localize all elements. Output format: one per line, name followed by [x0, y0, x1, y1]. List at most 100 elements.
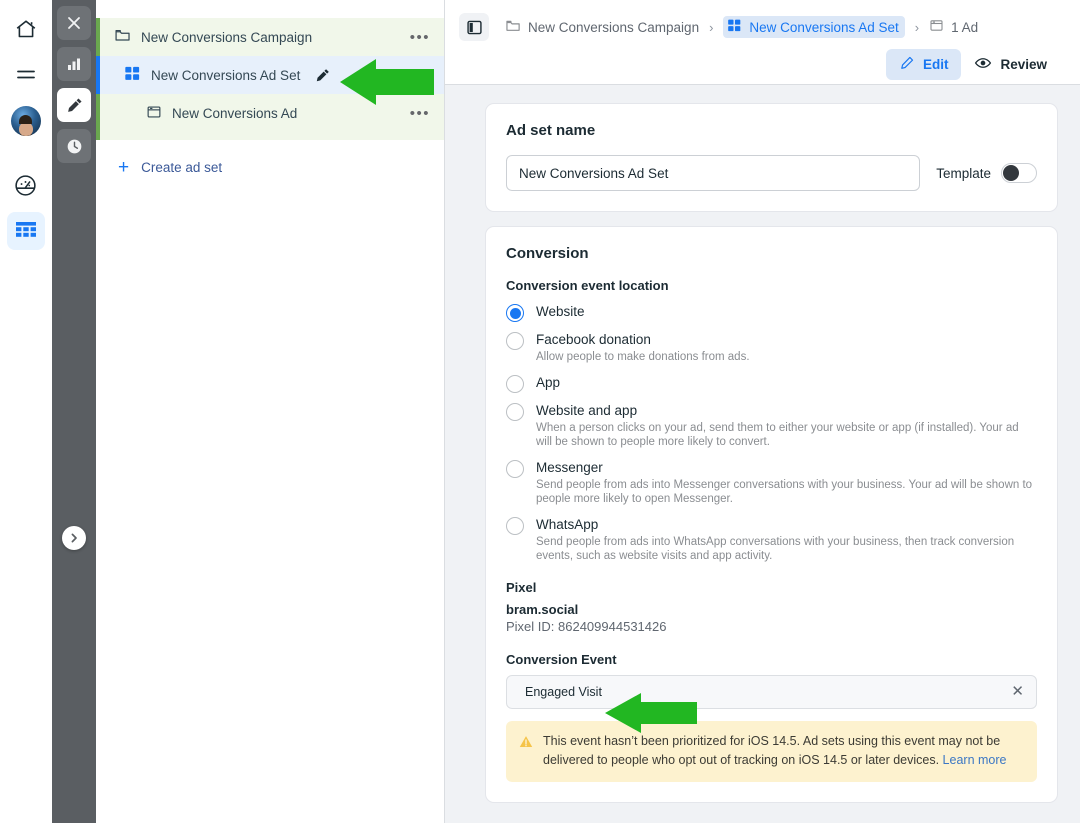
conversion-card: Conversion Conversion event location Web…	[485, 226, 1058, 803]
breadcrumb-ads[interactable]: 1 Ad	[929, 18, 978, 36]
pixel-heading: Pixel	[506, 579, 537, 595]
tree-item-campaign[interactable]: New Conversions Campaign •••	[96, 18, 444, 56]
ad-window-icon	[146, 104, 162, 123]
breadcrumb-campaign-label: New Conversions Campaign	[528, 19, 700, 35]
breadcrumb-separator-2: ›	[914, 19, 920, 35]
form-scroll-area[interactable]: Ad set name New Conversions Ad Set Templ…	[445, 85, 1080, 823]
radio-option-facebook-donation[interactable]: Facebook donation Allow people to make d…	[506, 331, 1037, 365]
close-icon[interactable]	[57, 6, 91, 40]
radio-app[interactable]	[506, 374, 524, 393]
ad-accent-bar	[96, 94, 100, 132]
avatar-image	[10, 106, 41, 136]
radio-desc-whatsapp: Send people from ads into WhatsApp conve…	[536, 535, 1015, 563]
create-ad-set-button[interactable]: + Create ad set	[96, 146, 444, 188]
conversion-event-heading: Conversion Event	[506, 651, 617, 667]
ad-set-name-heading: Ad set name	[506, 122, 596, 139]
pencil-icon	[899, 55, 915, 74]
radio-body: Facebook donation Allow people to make d…	[536, 331, 750, 365]
speedometer-icon[interactable]	[7, 166, 45, 204]
radio-option-whatsapp[interactable]: WhatsApp Send people from ads into Whats…	[506, 516, 1037, 564]
conversion-location-label: Conversion event location	[506, 278, 669, 293]
warning-triangle-icon	[518, 732, 534, 770]
ad-more-menu[interactable]: •••	[410, 106, 430, 121]
breadcrumb-adset[interactable]: New Conversions Ad Set	[723, 16, 905, 38]
toggle-side-panel-icon[interactable]	[459, 13, 489, 41]
campaign-accent-bar	[96, 18, 100, 56]
radio-body: Website	[536, 303, 585, 321]
breadcrumb: New Conversions Campaign › New Conversio…	[459, 10, 1066, 44]
pixel-id: Pixel ID: 862409944531426	[506, 618, 667, 634]
tree-group-spacer	[96, 132, 444, 140]
breadcrumb-ads-label: 1 Ad	[951, 19, 979, 35]
expand-panel-button[interactable]	[62, 526, 86, 550]
create-ad-set-label: Create ad set	[141, 159, 223, 175]
radio-label-app: App	[536, 374, 561, 390]
template-label: Template	[936, 165, 991, 181]
ios-warning-banner: This event hasn’t been prioritized for i…	[506, 720, 1037, 782]
conversion-event-value: Engaged Visit	[525, 684, 602, 699]
radio-desc-messenger: Send people from ads into Messenger conv…	[536, 478, 1033, 506]
toggle-knob	[1003, 165, 1019, 181]
plus-icon: +	[118, 156, 130, 178]
adset-accent-bar	[96, 56, 100, 94]
ad-set-name-card: Ad set name New Conversions Ad Set Templ…	[485, 103, 1058, 212]
radio-label-website: Website	[536, 304, 585, 319]
avatar[interactable]	[7, 102, 45, 140]
top-bar: New Conversions Campaign › New Conversio…	[445, 0, 1080, 85]
editor-tool-rail	[52, 0, 96, 823]
folder-icon	[505, 18, 521, 37]
radio-option-app[interactable]: App	[506, 374, 1037, 393]
clear-icon[interactable]: ✕	[1011, 684, 1024, 699]
conversion-heading: Conversion	[506, 245, 589, 262]
radio-label-website-and-app: Website and app	[536, 402, 638, 418]
radio-facebook-donation[interactable]	[506, 332, 524, 350]
app-root: New Conversions Campaign ••• New Convers…	[0, 0, 1080, 823]
ad-window-icon	[929, 18, 944, 36]
radio-whatsapp[interactable]	[506, 516, 524, 535]
campaign-tree-panel: New Conversions Campaign ••• New Convers…	[96, 0, 445, 823]
eye-icon	[974, 54, 992, 75]
menu-icon[interactable]	[7, 56, 45, 94]
breadcrumb-adset-label: New Conversions Ad Set	[749, 19, 899, 35]
pencil-icon[interactable]	[57, 88, 91, 122]
ad-set-name-row: New Conversions Ad Set Template	[506, 155, 1037, 191]
tree-item-adset-label: New Conversions Ad Set	[151, 67, 301, 83]
folder-icon	[114, 27, 131, 47]
home-icon[interactable]	[7, 10, 45, 48]
radio-label-messenger: Messenger	[536, 459, 603, 475]
adset-rename-pencil-icon[interactable]	[314, 67, 331, 84]
radio-body: App	[536, 374, 560, 392]
radio-website[interactable]	[506, 304, 524, 322]
radio-option-website[interactable]: Website	[506, 303, 1037, 322]
group-accent-bar	[96, 132, 100, 140]
radio-website-and-app[interactable]	[506, 402, 524, 421]
tree-item-ad[interactable]: New Conversions Ad •••	[96, 94, 444, 132]
grid-table-icon[interactable]	[6, 212, 45, 250]
radio-body: Website and app When a person clicks on …	[536, 402, 1037, 450]
radio-option-website-and-app[interactable]: Website and app When a person clicks on …	[506, 402, 1037, 450]
clock-icon[interactable]	[57, 129, 91, 163]
edit-button[interactable]: Edit	[885, 48, 962, 80]
campaign-more-menu[interactable]: •••	[410, 30, 430, 45]
radio-label-whatsapp: WhatsApp	[536, 516, 599, 532]
conversion-event-field[interactable]: Engaged Visit ✕	[506, 674, 1037, 709]
tree-item-campaign-label: New Conversions Campaign	[141, 29, 313, 45]
radio-messenger[interactable]	[506, 459, 524, 478]
tree-item-adset[interactable]: New Conversions Ad Set	[96, 56, 444, 94]
warning-text: This event hasn’t been prioritized for i…	[543, 733, 1001, 767]
radio-body: WhatsApp Send people from ads into Whats…	[536, 516, 1037, 564]
learn-more-link[interactable]: Learn more	[943, 753, 1007, 767]
radio-body: Messenger Send people from ads into Mess…	[536, 459, 1037, 507]
template-toggle[interactable]	[1001, 163, 1037, 183]
tree-item-ad-label: New Conversions Ad	[172, 105, 298, 121]
adset-grid-icon	[124, 65, 141, 85]
review-button[interactable]: Review	[961, 48, 1060, 81]
template-toggle-group: Template	[936, 163, 1037, 183]
edit-button-label: Edit	[922, 56, 949, 72]
radio-option-messenger[interactable]: Messenger Send people from ads into Mess…	[506, 459, 1037, 507]
radio-desc-facebook-donation: Allow people to make donations from ads.	[536, 351, 750, 363]
breadcrumb-campaign[interactable]: New Conversions Campaign	[505, 18, 699, 37]
bar-chart-icon[interactable]	[57, 47, 91, 81]
ad-set-name-input[interactable]: New Conversions Ad Set	[506, 155, 921, 191]
radio-label-facebook-donation: Facebook donation	[536, 332, 651, 347]
